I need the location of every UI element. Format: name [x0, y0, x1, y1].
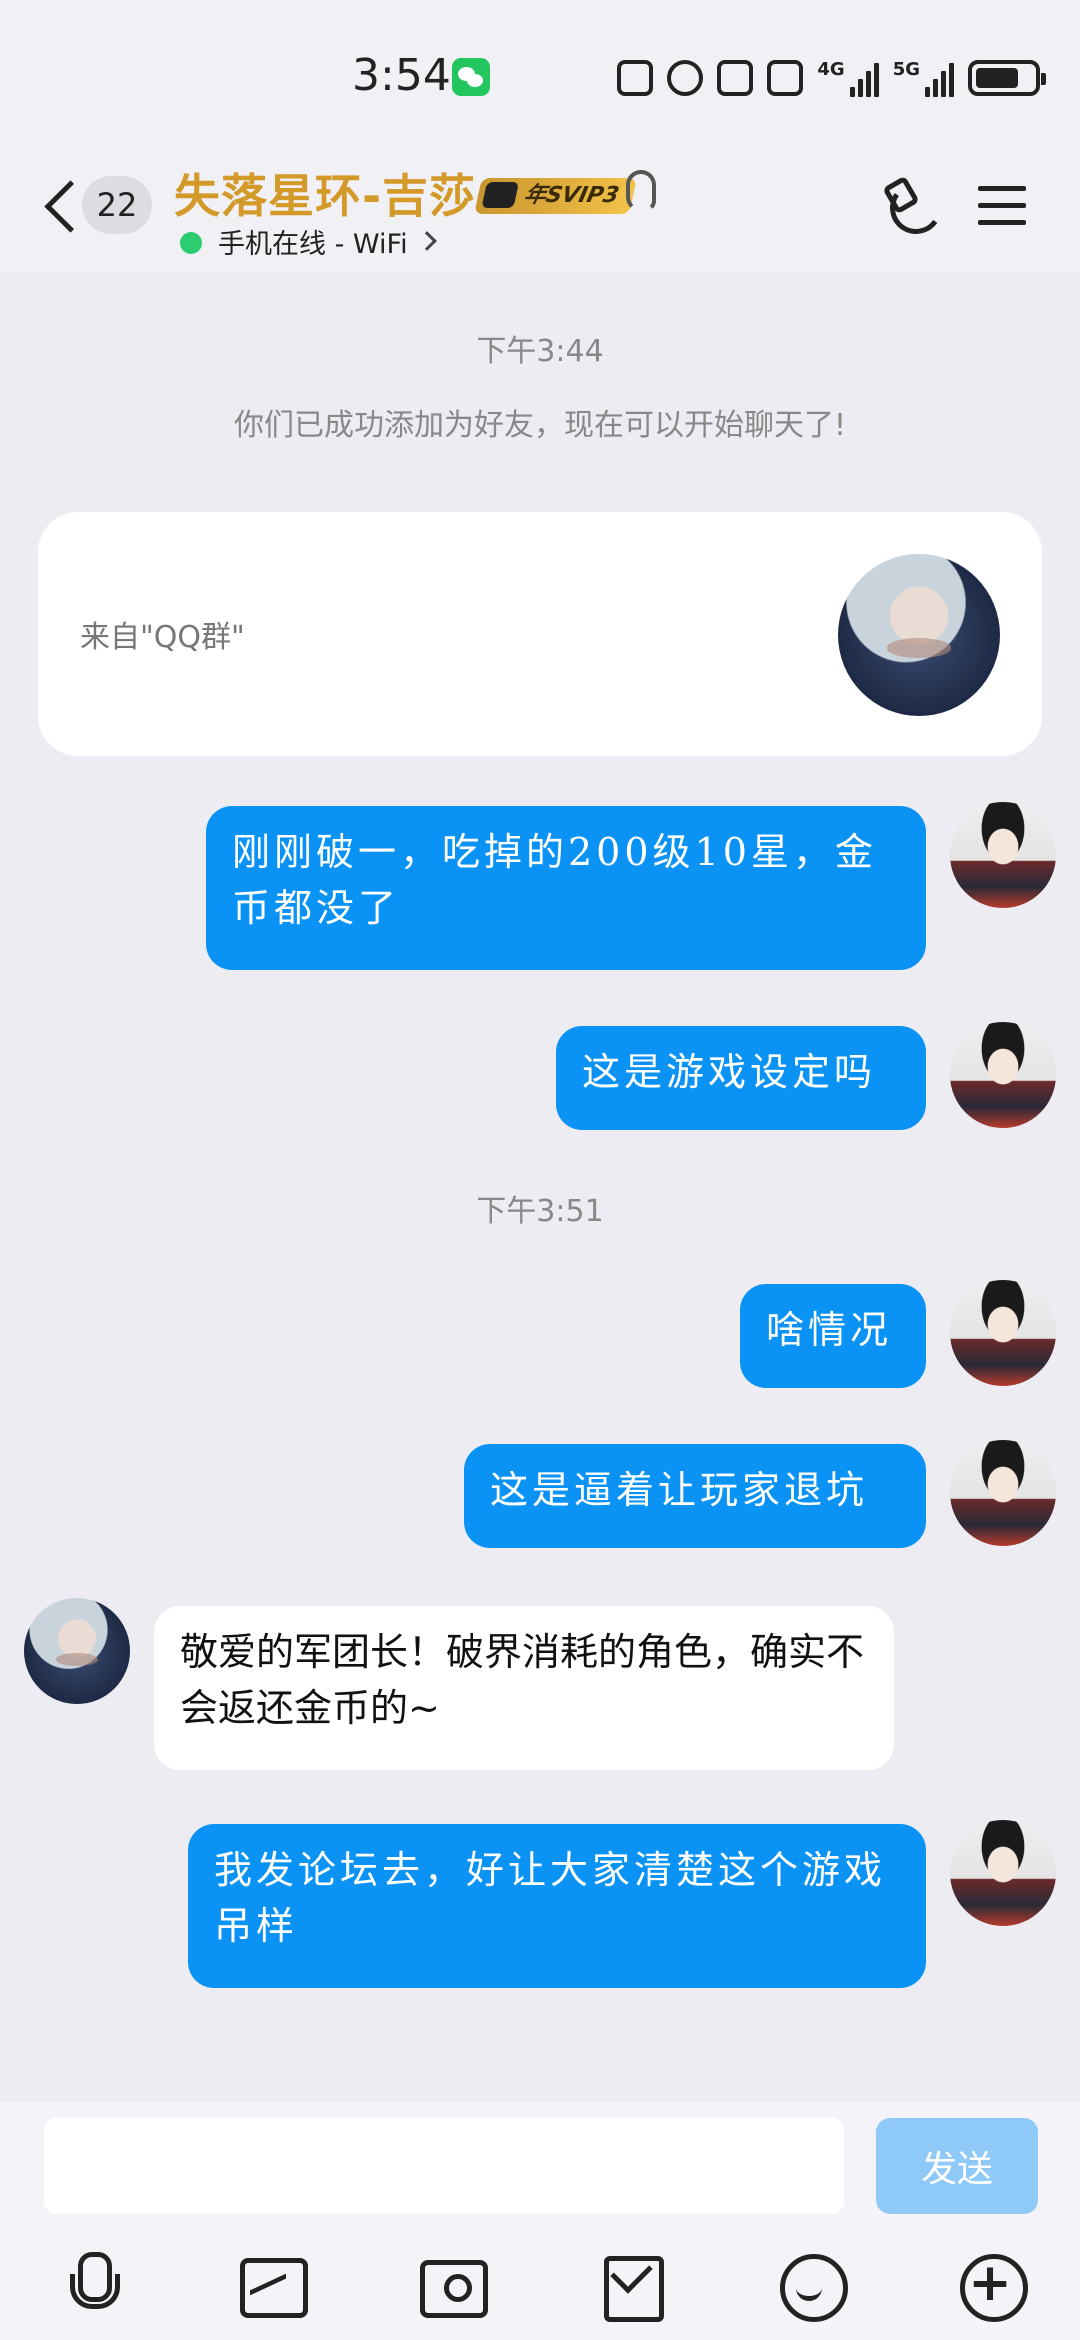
battery-icon: [968, 60, 1046, 96]
camera-icon[interactable]: [418, 2252, 488, 2318]
status-bar: 3:54 4G 5G: [0, 0, 1080, 150]
status-icons: 4G 5G: [617, 56, 1046, 100]
ear-icon[interactable]: [626, 170, 656, 212]
phone-call-button[interactable]: [880, 174, 946, 240]
message-input[interactable]: [44, 2118, 844, 2214]
nfc-icon: [617, 60, 654, 96]
message-bubble-sent[interactable]: 这是逼着让玩家退坑: [464, 1444, 926, 1548]
signal-4g-icon: 4G: [817, 59, 879, 97]
message-list[interactable]: 下午3:44 你们已成功添加为好友，现在可以开始聊天了! 来自"QQ群" 刚刚破…: [0, 272, 1080, 2102]
message-bubble-received[interactable]: 敬爱的军团长！破界消耗的角色，确实不会返还金币的~: [154, 1606, 894, 1770]
system-message: 你们已成功添加为好友，现在可以开始聊天了!: [233, 408, 847, 443]
contact-name[interactable]: 失落星环-吉莎: [174, 160, 476, 226]
bluetooth-icon: [717, 60, 754, 96]
wechat-icon: [452, 58, 490, 96]
menu-button[interactable]: [978, 184, 1028, 228]
emoji-icon[interactable]: [778, 2252, 848, 2322]
my-avatar[interactable]: [950, 1820, 1056, 1926]
plus-icon[interactable]: [958, 2252, 1028, 2322]
message-bubble-sent[interactable]: 刚刚破一，吃掉的200级10星，金币都没了: [206, 806, 926, 970]
contact-avatar-large[interactable]: [838, 554, 1000, 716]
timestamp-divider: 下午3:51: [476, 1194, 604, 1229]
status-time: 3:54: [352, 50, 451, 101]
svip-badge[interactable]: 年SVIP3: [474, 178, 637, 214]
image-icon[interactable]: [238, 2252, 308, 2318]
alarm-icon: [667, 60, 704, 96]
online-indicator-icon: [180, 232, 202, 254]
my-avatar[interactable]: [950, 1022, 1056, 1128]
chevron-right-icon[interactable]: [417, 231, 437, 251]
my-avatar[interactable]: [950, 1440, 1056, 1546]
chat-header: 22 失落星环-吉莎 年SVIP3 手机在线 - WiFi: [0, 150, 1080, 272]
input-bar: 发送: [0, 2102, 1080, 2222]
message-bubble-sent[interactable]: 啥情况: [740, 1284, 926, 1388]
online-status[interactable]: 手机在线 - WiFi: [218, 222, 408, 261]
message-bubble-sent[interactable]: 这是游戏设定吗: [556, 1026, 926, 1130]
message-bubble-sent[interactable]: 我发论坛去，好让大家清楚这个游戏吊样: [188, 1824, 926, 1988]
chat-screen: 3:54 4G 5G 22 失落星环-吉莎 年SVIP3 手机在线 - WiFi: [0, 0, 1080, 2340]
red-packet-icon[interactable]: [598, 2252, 664, 2322]
contact-avatar[interactable]: [24, 1598, 130, 1704]
card-source-label: 来自"QQ群": [80, 620, 245, 655]
my-avatar[interactable]: [950, 1280, 1056, 1386]
source-card[interactable]: 来自"QQ群": [38, 512, 1042, 756]
input-toolbar: [0, 2222, 1080, 2340]
timestamp-divider: 下午3:44: [476, 334, 604, 369]
signal-5g-icon: 5G: [893, 59, 954, 97]
send-button[interactable]: 发送: [876, 2118, 1038, 2214]
my-avatar[interactable]: [950, 802, 1056, 908]
vibrate-icon: [767, 60, 804, 96]
microphone-icon[interactable]: [58, 2252, 122, 2316]
unread-count-badge[interactable]: 22: [82, 176, 152, 234]
